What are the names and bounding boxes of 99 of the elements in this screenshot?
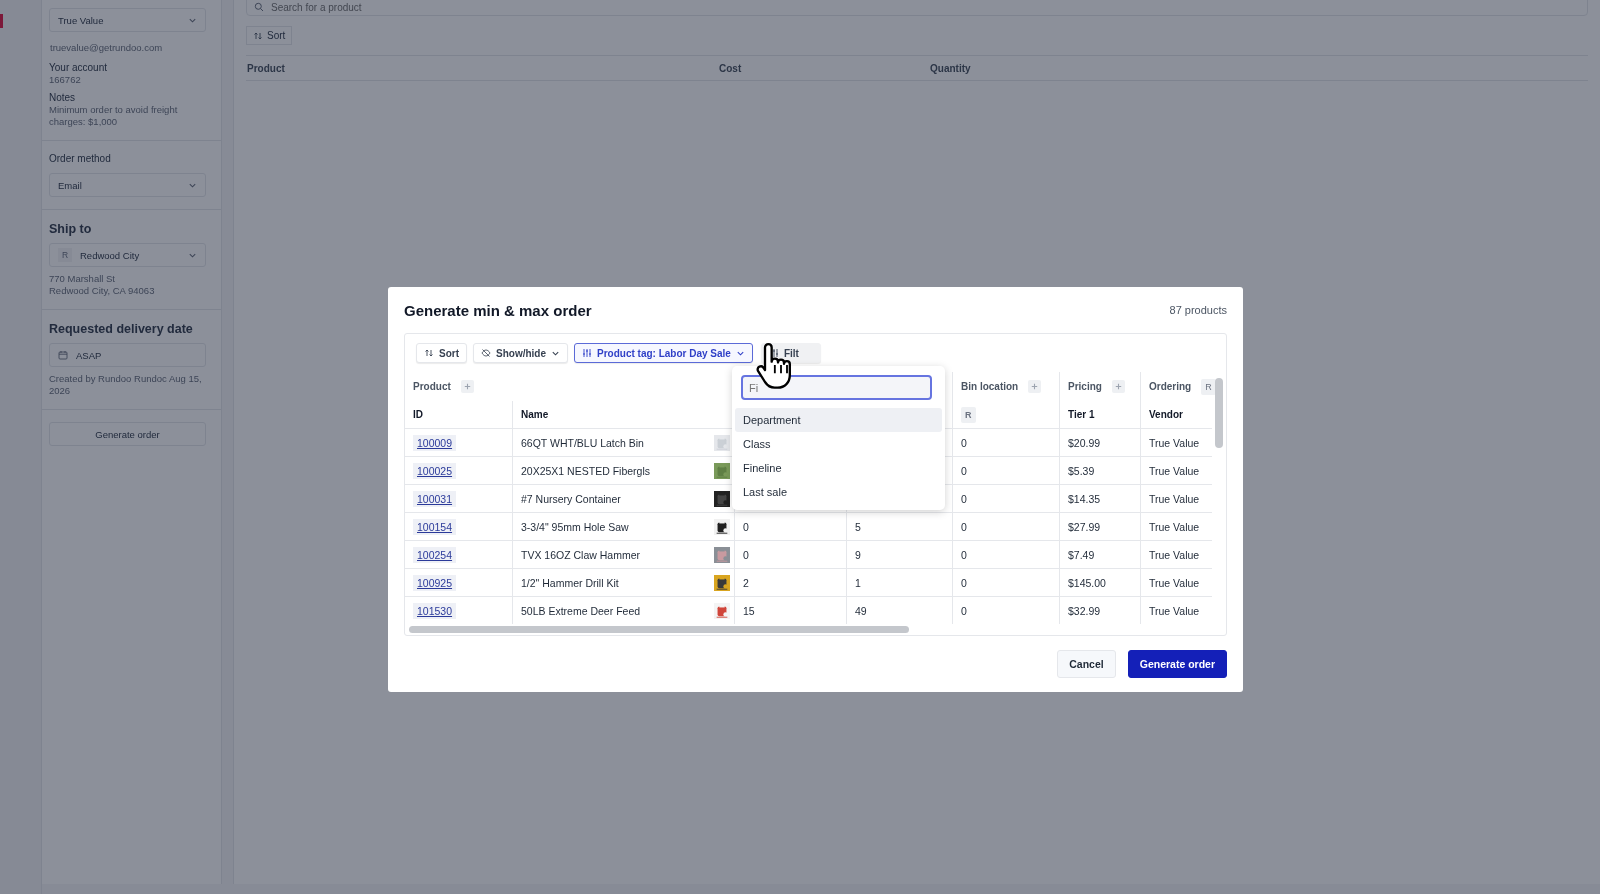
created-note: Created by Rundoo Rundoc Aug 15, 2026 — [49, 373, 203, 397]
product-name: 50LB Extreme Deer Feed — [521, 604, 642, 617]
filter-input[interactable]: Fi — [741, 375, 932, 400]
add-button[interactable] — [1028, 380, 1042, 393]
menu-option[interactable]: Class — [735, 432, 942, 456]
dialog-title: Generate min & max order — [404, 301, 592, 319]
table-cell: 0 — [961, 604, 967, 617]
menu-option[interactable]: Department — [735, 408, 942, 432]
vendor-email: truevalue@getrundoo.com — [50, 42, 164, 54]
table-cell: $27.99 — [1068, 520, 1101, 533]
generate-order-button[interactable]: Generate order — [49, 422, 206, 446]
address-line: Redwood City, CA 94063 — [49, 285, 156, 297]
table-cell: 0 — [961, 548, 967, 561]
table-cell: $5.39 — [1068, 464, 1095, 477]
product-id-link[interactable]: 100025 — [413, 462, 457, 479]
table-cell: 5 — [855, 520, 861, 533]
vendor-select[interactable]: True Value — [49, 8, 206, 32]
column-header: Name — [521, 409, 549, 420]
column-header: Quantity — [930, 63, 971, 74]
table-cell: 0 — [961, 436, 967, 449]
column-group-label: Bin location — [961, 381, 1019, 392]
product-id-link[interactable]: 100154 — [413, 518, 457, 535]
column-header: Cost — [719, 63, 742, 74]
cancel-button[interactable]: Cancel — [1057, 650, 1116, 678]
letter-chip[interactable]: R — [1201, 378, 1216, 395]
product-id-link[interactable]: 100925 — [413, 574, 457, 591]
show-hide-button[interactable]: Show/hide — [473, 343, 568, 363]
calendar-icon — [58, 350, 68, 360]
table-cell: True Value — [1149, 604, 1200, 617]
location-select[interactable]: R Redwood City — [49, 243, 206, 267]
notification-mark — [0, 14, 3, 28]
delivery-date-heading: Requested delivery date — [49, 322, 194, 336]
tag-filter-button[interactable]: Product tag: Labor Day Sale — [574, 343, 753, 363]
order-method-label: Order method — [49, 153, 112, 165]
add-button[interactable] — [460, 380, 474, 393]
table-cell: True Value — [1149, 548, 1200, 561]
menu-option[interactable]: Fineline — [735, 456, 942, 480]
table-cell: 0 — [743, 520, 749, 533]
product-count: 87 products — [1169, 304, 1227, 316]
notes-label: Notes — [49, 92, 77, 104]
table-cell: $14.35 — [1068, 492, 1101, 505]
table-cell: True Value — [1149, 520, 1200, 533]
table-cell: True Value — [1149, 436, 1200, 449]
table-cell: $7.49 — [1068, 548, 1095, 561]
address-line: 770 Marshall St — [49, 273, 116, 285]
table-cell: 0 — [961, 520, 967, 533]
sort-button[interactable]: Sort — [246, 26, 293, 45]
product-name: #7 Nursery Container — [521, 492, 622, 505]
sliders-icon — [582, 348, 592, 358]
column-header: Tier 1 — [1068, 409, 1095, 420]
product-name: 1/2" Hammer Drill Kit — [521, 576, 620, 589]
eye-off-icon — [481, 348, 491, 358]
order-method-select[interactable]: Email — [49, 173, 206, 197]
column-header: Product — [247, 63, 285, 74]
letter-chip[interactable]: R — [961, 406, 976, 423]
column-group-label: Product — [413, 381, 451, 392]
column-header: Vendor — [1149, 409, 1183, 420]
ship-to-heading: Ship to — [49, 222, 93, 236]
table-cell: True Value — [1149, 464, 1200, 477]
table-cell: 0 — [743, 548, 749, 561]
search-field[interactable]: Search for a product — [246, 0, 1588, 16]
product-id-link[interactable]: 101530 — [413, 602, 457, 619]
column-header: ID — [413, 409, 423, 420]
plus-icon — [462, 382, 472, 391]
add-button[interactable] — [1111, 380, 1125, 393]
column-group-label: Pricing — [1068, 381, 1102, 392]
table-cell: 0 — [961, 576, 967, 589]
generate-order-button[interactable]: Generate order — [1127, 650, 1227, 678]
table-cell: 0 — [961, 492, 967, 505]
table-cell: 1 — [855, 576, 861, 589]
table-cell: $20.99 — [1068, 436, 1101, 449]
sort-button[interactable]: Sort — [416, 343, 467, 363]
notes-text: Minimum order to avoid freight charges: $1,000 — [49, 104, 179, 128]
menu-option[interactable]: Last sale — [735, 480, 942, 504]
date-field[interactable]: ASAP — [49, 343, 206, 367]
table-cell: $145.00 — [1068, 576, 1106, 589]
table-cell: $32.99 — [1068, 604, 1101, 617]
table-cell: 2 — [743, 576, 749, 589]
table-cell: 15 — [743, 604, 755, 617]
product-name: 3-3/4" 95mm Hole Saw — [521, 520, 630, 533]
location-avatar: R — [58, 248, 72, 262]
product-name: 66QT WHT/BLU Latch Bin — [521, 436, 645, 449]
table-cell: True Value — [1149, 576, 1200, 589]
table-cell: 9 — [855, 548, 861, 561]
table-cell: 0 — [961, 464, 967, 477]
product-id-link[interactable]: 100031 — [413, 490, 457, 507]
column-group-label: Ordering — [1149, 381, 1192, 392]
sort-icon — [253, 30, 263, 41]
plus-icon — [1030, 382, 1040, 391]
sort-icon — [424, 348, 434, 358]
table-cell: True Value — [1149, 492, 1200, 505]
account-number: 166762 — [49, 74, 82, 86]
product-id-link[interactable]: 100254 — [413, 546, 457, 563]
product-name: 20X25X1 NESTED Fibergls — [521, 464, 651, 477]
account-label: Your account — [49, 62, 108, 74]
product-name: TVX 16OZ Claw Hammer — [521, 548, 642, 561]
table-cell: 49 — [855, 604, 867, 617]
plus-icon — [1113, 382, 1123, 391]
product-id-link[interactable]: 100009 — [413, 434, 457, 451]
